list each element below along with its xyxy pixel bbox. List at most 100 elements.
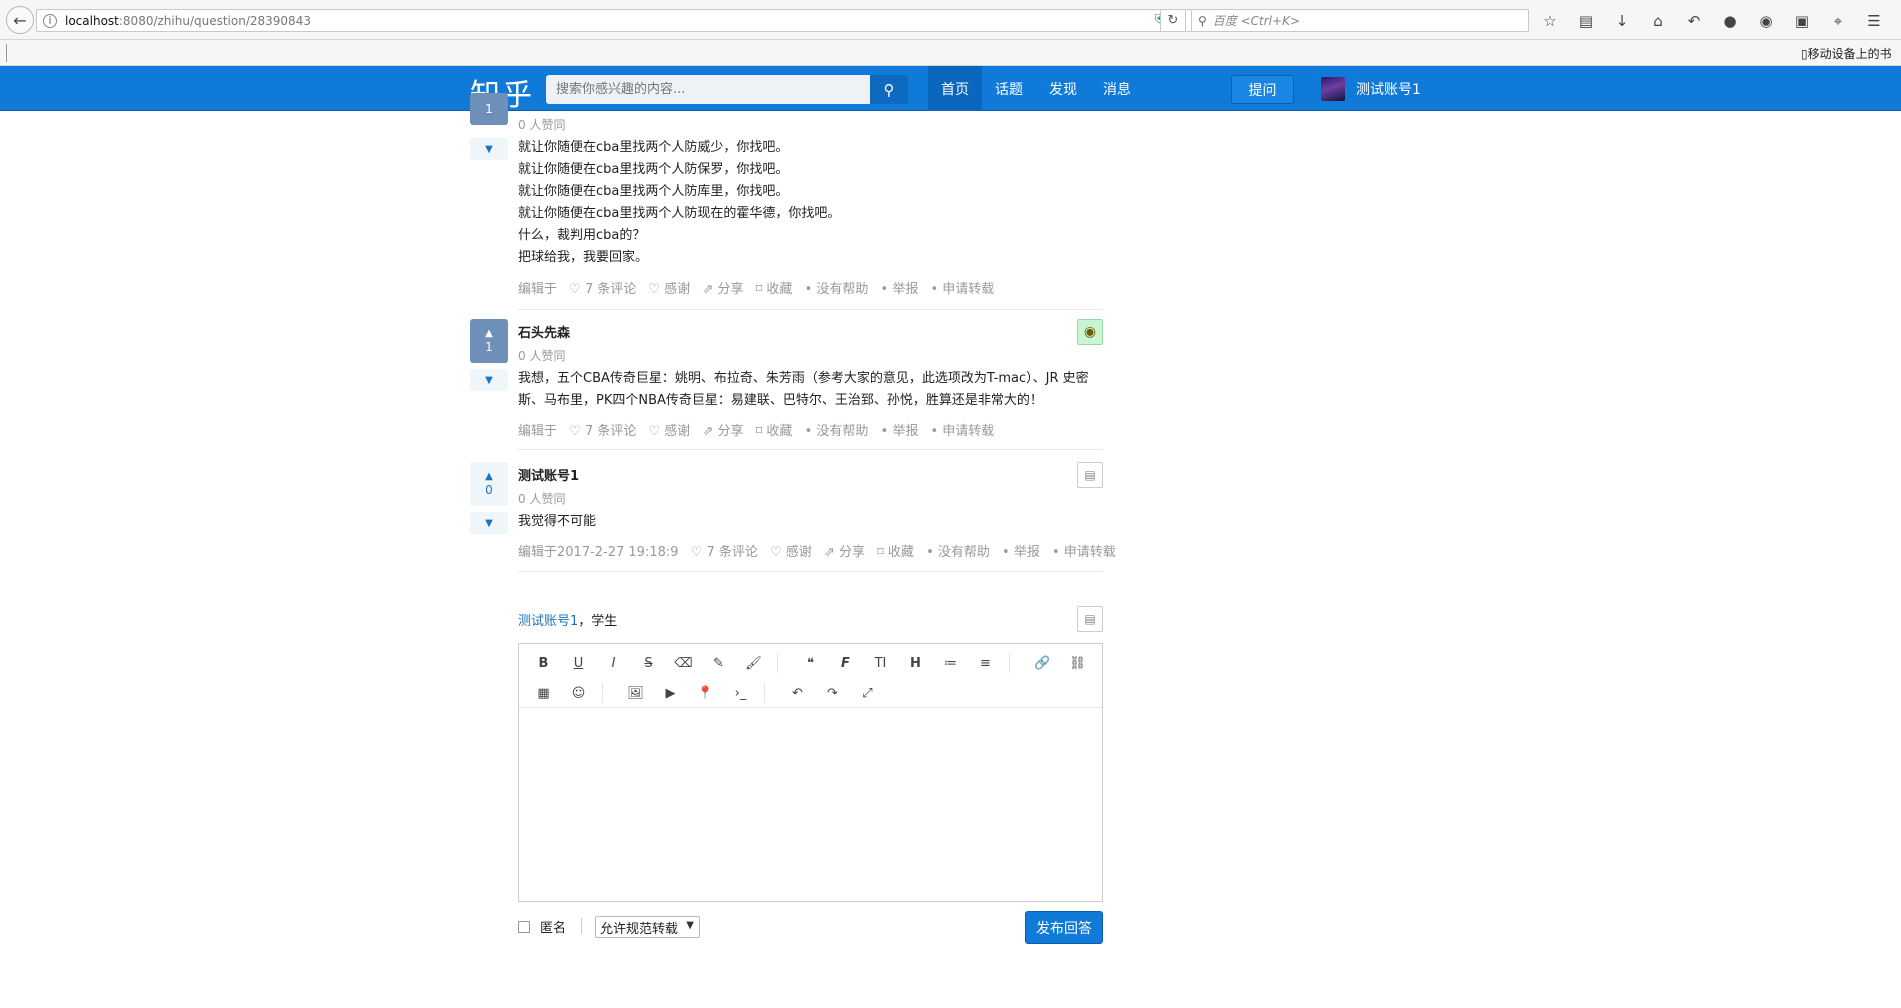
- underline-icon[interactable]: U: [561, 648, 596, 678]
- anonymous-label: 匿名: [540, 921, 567, 936]
- download-icon[interactable]: ↓: [1611, 12, 1633, 30]
- undo-icon[interactable]: ↶: [780, 678, 815, 708]
- nav-topics[interactable]: 话题: [982, 66, 1036, 111]
- upvote-button[interactable]: 1: [470, 93, 508, 125]
- comments-link[interactable]: ♡ 7 条评论: [691, 545, 758, 560]
- author-avatar[interactable]: ◉: [1077, 319, 1103, 345]
- vote-count: 1: [485, 340, 493, 354]
- reload-icon[interactable]: ↻: [1160, 9, 1186, 32]
- report-link[interactable]: • 举报: [1002, 545, 1040, 560]
- share-link[interactable]: ⇗ 分享: [824, 545, 865, 560]
- search-button[interactable]: ⚲: [870, 75, 908, 104]
- reprint-link[interactable]: • 申请转载: [930, 424, 994, 439]
- browser-search-input[interactable]: ⚲ 百度 <Ctrl+K>: [1191, 9, 1529, 32]
- user-name[interactable]: 测试账号1: [1356, 79, 1421, 99]
- nav-messages[interactable]: 消息: [1090, 66, 1144, 111]
- location-icon[interactable]: 📍: [688, 678, 723, 708]
- undo-icon[interactable]: ↶: [1683, 12, 1705, 30]
- answer-editor[interactable]: B U I S ⌫ ✎ 🖌 ❝ F TI H ≔ ≡ 🔗 ⛓ ▦ ☺ 🖼 ▶ 📍…: [518, 643, 1103, 902]
- chat-icon[interactable]: ●: [1719, 12, 1741, 30]
- comments-link[interactable]: ♡ 7 条评论: [569, 282, 636, 297]
- quote-icon[interactable]: ❝: [793, 648, 828, 678]
- collect-link[interactable]: ⌑ 收藏: [877, 545, 914, 560]
- link-icon[interactable]: 🔗: [1025, 648, 1060, 678]
- nav-home[interactable]: 首页: [928, 66, 982, 111]
- heading-icon[interactable]: H: [898, 648, 933, 678]
- bold-icon[interactable]: B: [526, 648, 561, 678]
- screenshot-icon[interactable]: ▣: [1791, 12, 1813, 30]
- globe-icon[interactable]: ◉: [1755, 12, 1777, 30]
- site-search-input[interactable]: [546, 75, 870, 104]
- not-helpful-link[interactable]: • 没有帮助: [805, 424, 869, 439]
- site-header: 知乎 ⚲ 首页 话题 发现 消息 提问 测试账号1: [0, 66, 1901, 113]
- collect-link[interactable]: ⌑ 收藏: [756, 282, 793, 297]
- editor-user-name[interactable]: 测试账号1: [518, 614, 578, 629]
- redo-icon[interactable]: ↷: [815, 678, 850, 708]
- editor-avatar[interactable]: ▤: [1077, 606, 1103, 632]
- eraser-icon[interactable]: ⌫: [666, 648, 701, 678]
- downvote-button[interactable]: ▼: [470, 369, 508, 391]
- mobile-bookmarks[interactable]: ▯移动设备上的书: [1801, 45, 1892, 62]
- url-path: :8080/zhihu/question/28390843: [118, 13, 311, 28]
- thanks-link[interactable]: ♡ 感谢: [649, 424, 691, 439]
- strikethrough-icon[interactable]: S: [631, 648, 666, 678]
- pencil-icon[interactable]: ✎: [701, 648, 736, 678]
- emoji-icon[interactable]: ☺: [561, 678, 596, 708]
- share-link[interactable]: ⇗ 分享: [702, 282, 743, 297]
- collect-link[interactable]: ⌑ 收藏: [756, 424, 793, 439]
- fullscreen-icon[interactable]: ⤢: [850, 678, 885, 708]
- vote-count: 1: [485, 102, 493, 116]
- back-icon[interactable]: ←: [6, 6, 34, 34]
- author-avatar[interactable]: ▤: [1077, 462, 1103, 488]
- brush-icon[interactable]: 🖌: [736, 648, 771, 678]
- answer-author[interactable]: 石头先森: [518, 322, 570, 341]
- video-icon[interactable]: ▶: [653, 678, 688, 708]
- menu-icon[interactable]: ☰: [1863, 12, 1885, 30]
- anonymous-option[interactable]: 匿名: [518, 917, 566, 936]
- font-size-icon[interactable]: TI: [863, 648, 898, 678]
- not-helpful-link[interactable]: • 没有帮助: [926, 545, 990, 560]
- bullet-list-icon[interactable]: ≔: [933, 648, 968, 678]
- thanks-link[interactable]: ♡ 感谢: [770, 545, 812, 560]
- info-icon[interactable]: i: [43, 13, 57, 28]
- answer-author[interactable]: 测试账号1: [518, 465, 579, 484]
- reprint-link[interactable]: • 申请转载: [930, 282, 994, 297]
- vote-summary: 0 人赞同: [518, 349, 566, 363]
- nav-explore[interactable]: 发现: [1036, 66, 1090, 111]
- reading-list-icon[interactable]: ▤: [1575, 12, 1597, 30]
- share-link[interactable]: ⇗ 分享: [702, 424, 743, 439]
- edited-time: 编辑于: [518, 424, 558, 439]
- avatar[interactable]: [1321, 77, 1345, 101]
- star-icon[interactable]: ☆: [1539, 12, 1561, 30]
- url-bar[interactable]: i localhost:8080/zhihu/question/28390843…: [36, 9, 1192, 32]
- answer-line: 把球给我，我要回家。: [518, 250, 649, 265]
- reprint-link[interactable]: • 申请转载: [1052, 545, 1116, 560]
- answer-content: 我觉得不可能: [518, 511, 1098, 533]
- crop-icon[interactable]: ⌖: [1827, 12, 1849, 30]
- upvote-button[interactable]: ▲ 1: [470, 319, 508, 363]
- report-link[interactable]: • 举报: [881, 424, 919, 439]
- report-link[interactable]: • 举报: [881, 282, 919, 297]
- downvote-button[interactable]: ▼: [470, 512, 508, 534]
- code-icon[interactable]: ›_: [723, 678, 758, 708]
- table-icon[interactable]: ▦: [526, 678, 561, 708]
- publish-answer-button[interactable]: 发布回答: [1025, 911, 1103, 944]
- divider: [518, 449, 1103, 450]
- numbered-list-icon[interactable]: ≡: [968, 648, 1003, 678]
- ask-question-button[interactable]: 提问: [1231, 75, 1294, 104]
- upvote-button[interactable]: ▲ 0: [470, 462, 508, 506]
- toolbar-divider: [777, 653, 793, 673]
- image-icon[interactable]: 🖼: [618, 678, 653, 708]
- unlink-icon[interactable]: ⛓: [1060, 648, 1095, 678]
- home-icon[interactable]: ⌂: [1647, 12, 1669, 30]
- font-icon[interactable]: F: [828, 648, 863, 678]
- answer-line: 就让你随便在cba里找两个人防库里，你找吧。: [518, 184, 789, 199]
- italic-icon[interactable]: I: [596, 648, 631, 678]
- not-helpful-link[interactable]: • 没有帮助: [805, 282, 869, 297]
- thanks-link[interactable]: ♡ 感谢: [649, 282, 691, 297]
- downvote-button[interactable]: ▼: [470, 138, 508, 160]
- comments-link[interactable]: ♡ 7 条评论: [569, 424, 636, 439]
- anonymous-checkbox[interactable]: [518, 920, 530, 933]
- reprint-select[interactable]: 允许规范转载 ▼: [595, 916, 700, 938]
- answer-item: 1 0 人赞同 ▼ 就让你随便在cba里找两个人防威少，你找吧。 就让你随便在c…: [470, 93, 1103, 311]
